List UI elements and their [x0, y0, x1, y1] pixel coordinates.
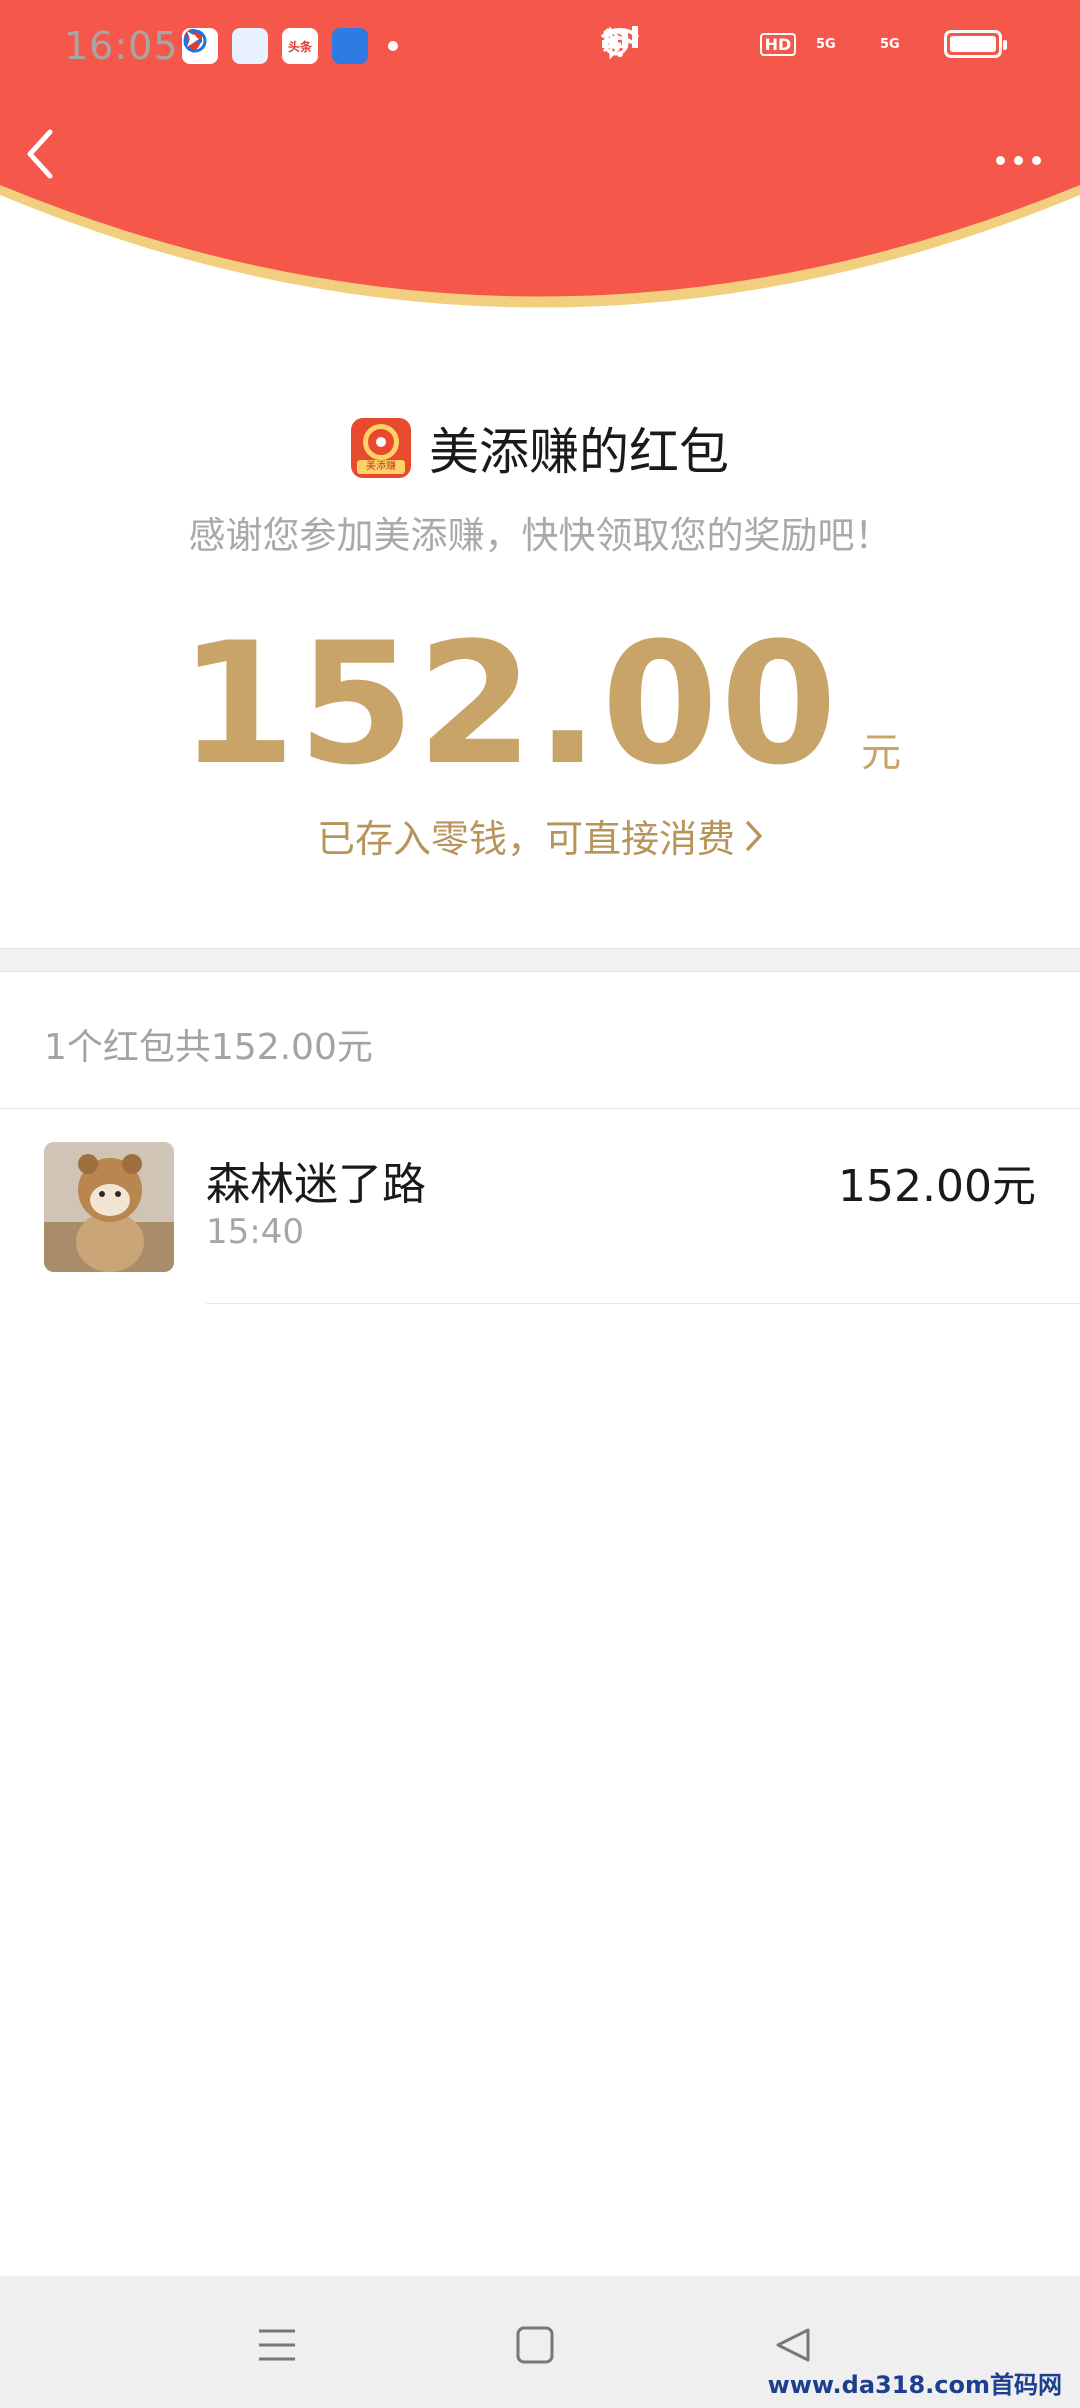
- amount-value: 152.00: [178, 606, 840, 802]
- deposit-text: 已存入零钱，可直接消费: [316, 817, 735, 861]
- signal-icon-1: 5G: [602, 26, 864, 62]
- status-bar: 16:05 头条 HD 5G 5G: [0, 18, 1080, 78]
- chevron-right-icon: [746, 820, 762, 851]
- meitianzhuan-logo-icon: 美添赚: [351, 418, 411, 478]
- red-packet-title-row: 美添赚 美添赚的红包: [0, 412, 1080, 484]
- network-label-2: 5G: [880, 36, 900, 52]
- battery-icon: [944, 30, 1007, 58]
- bluetooth-icon: [602, 26, 688, 62]
- toutiao-label: 头条: [287, 39, 312, 54]
- hd-label: HD: [759, 32, 797, 56]
- received-time: 15:40: [206, 1212, 304, 1252]
- system-nav-bar: www.da318.com首码网: [0, 2276, 1080, 2408]
- more-dot-icon: [1031, 155, 1041, 165]
- hd-icon: HD: [756, 26, 800, 62]
- back-button[interactable]: [24, 128, 80, 192]
- watermark-text: www.da318.com首码网: [767, 2371, 1062, 2399]
- amount-unit: 元: [861, 730, 902, 776]
- more-dot-icon: [995, 155, 1005, 165]
- notification-icons: 头条: [182, 28, 398, 64]
- recent-apps-button[interactable]: [242, 2310, 312, 2380]
- more-dot-icon: [1013, 155, 1023, 165]
- triangle-back-icon: [776, 2328, 810, 2362]
- packet-summary: 1个红包共152.00元: [44, 1027, 373, 1068]
- list-item[interactable]: 森林迷了路 15:40 152.00元: [0, 1108, 1080, 1304]
- signal-icon-2: 5G: [602, 26, 928, 62]
- red-packet-title: 美添赚的红包: [429, 423, 729, 481]
- system-icons: HD 5G 5G: [600, 26, 1007, 62]
- item-amount: 152.00元: [838, 1161, 1036, 1212]
- browser-app-icon: [183, 28, 268, 64]
- feather-app-icon: [187, 28, 368, 64]
- square-home-icon: [516, 2326, 554, 2364]
- home-button[interactable]: [500, 2310, 570, 2380]
- list-divider: [206, 1303, 1080, 1304]
- sender-name: 森林迷了路: [206, 1159, 426, 1210]
- status-time: 16:05: [64, 24, 179, 68]
- logo-text: 美添赚: [357, 460, 405, 474]
- section-divider: [0, 948, 1080, 972]
- wifi-icon: [600, 26, 740, 62]
- deposit-link[interactable]: 已存入零钱，可直接消费: [0, 808, 1080, 863]
- menu-icon: [259, 2329, 295, 2361]
- toutiao-app-icon: 头条: [282, 28, 318, 64]
- more-options-button[interactable]: [986, 134, 1050, 186]
- more-notifications-dot: [388, 41, 398, 51]
- chevron-left-icon: [27, 129, 53, 179]
- avatar: [44, 1142, 174, 1272]
- subtitle: 感谢您参加美添赚，快快领取您的奖励吧！: [188, 514, 892, 557]
- amount-row: 152.00 元: [0, 620, 1080, 788]
- header-banner: 16:05 头条 HD 5G 5G: [0, 0, 1080, 330]
- network-label-1: 5G: [816, 36, 836, 52]
